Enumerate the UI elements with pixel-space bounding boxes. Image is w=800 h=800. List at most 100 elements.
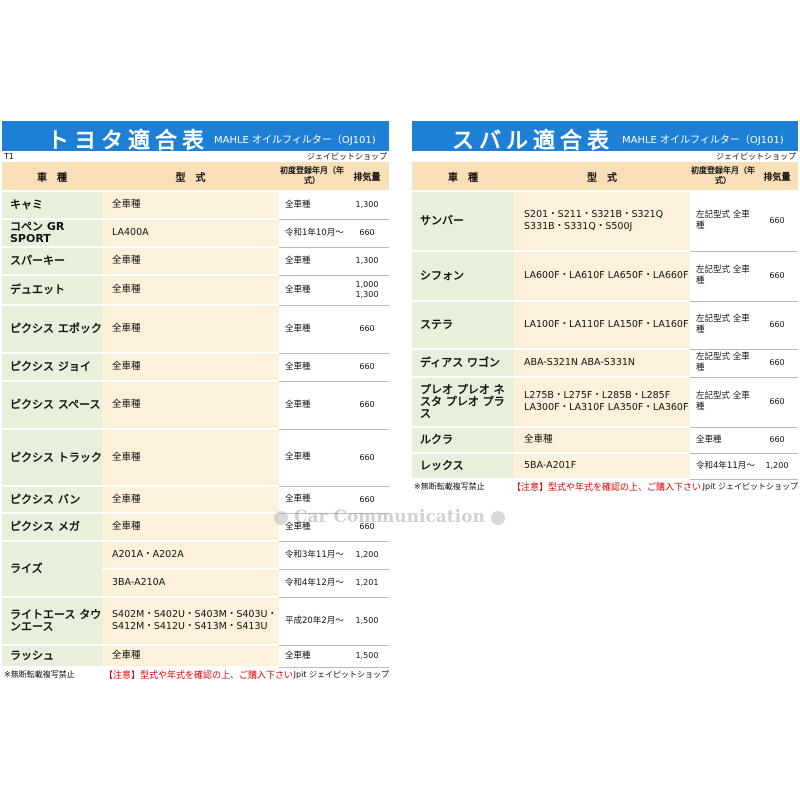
model-name: ルクラ	[412, 427, 514, 454]
table-row: ディアス ワゴン ABA-S321N ABA-S331N 左記型式 全車種 66…	[412, 349, 798, 378]
toyota-panel: トヨタ適合表 MAHLE オイルフィルター（OJ101) T1 ジェイピットショ…	[2, 121, 389, 681]
model-name: ピクシス スペース	[2, 381, 102, 430]
model-type: S402M・S402U・S403M・S403U・ S412M・S412U・S41…	[102, 597, 279, 646]
model-year: 全車種	[690, 427, 756, 454]
subaru-shop: ジェイピットショップ	[716, 152, 796, 161]
toyota-shop: ジェイピットショップ	[307, 152, 387, 161]
toyota-subtitle: MAHLE オイルフィルター（OJ101)	[214, 135, 376, 146]
model-year: 左記型式 全車種	[690, 349, 756, 378]
model-displacement: 1,201	[345, 569, 389, 598]
model-type: 全車種	[102, 645, 279, 668]
col-model-header: 車 種	[2, 162, 102, 192]
model-name: ピクシス トラック	[2, 429, 102, 487]
model-type: 全車種	[102, 381, 279, 430]
col-year-header: 初度登録年月（年式）	[690, 162, 756, 192]
model-name: スパーキー	[2, 247, 102, 276]
subaru-header: スバル適合表 MAHLE オイルフィルター（OJ101)	[412, 121, 798, 154]
table-row: スパーキー 全車種 全車種 1,300	[2, 247, 389, 276]
model-name: ステラ	[412, 301, 514, 350]
model-type: 全車種	[102, 486, 279, 514]
col-type-header: 型 式	[514, 162, 690, 192]
model-displacement: 660	[345, 353, 389, 382]
col-model-header: 車 種	[412, 162, 514, 192]
model-year: 全車種	[279, 305, 345, 354]
caution-note: 【注意】型式や年式を確認の上、ご購入下さい	[512, 482, 702, 493]
model-displacement: 660	[756, 251, 798, 302]
model-year: 令和4年11月～	[690, 453, 756, 480]
model-name: ライトエース タウンエース	[2, 597, 102, 646]
model-displacement: 660	[345, 305, 389, 354]
table-row: コペン GR SPORT LA400A 令和1年10月～ 660	[2, 219, 389, 248]
col-type-header: 型 式	[102, 162, 279, 192]
copy-notice: ※無断転載複写禁止	[414, 481, 485, 491]
model-type: 全車種	[102, 275, 279, 306]
col-disp-header: 排気量	[756, 162, 798, 192]
model-type: 3BA-A210A	[102, 569, 279, 598]
watermark: Car Communication	[268, 507, 511, 527]
watermark-dot-icon	[274, 510, 288, 525]
model-name: ピクシス バン	[2, 486, 102, 514]
watermark-text: Car Communication	[294, 507, 485, 527]
col-year-header: 初度登録年月（年式）	[279, 162, 345, 192]
model-type: LA100F・LA110F LA150F・LA160F	[514, 301, 690, 350]
copy-notice: ※無断転載複写禁止	[4, 669, 75, 679]
model-name: ライズ	[2, 541, 102, 598]
model-year: 左記型式 全車種	[690, 377, 756, 428]
subaru-table: 車 種 型 式 初度登録年月（年式） 排気量 サンバー S201・S211・S3…	[412, 162, 798, 480]
shop-name: Jpit ジェイピットショップ	[293, 669, 389, 679]
model-year: 全車種	[279, 353, 345, 382]
toyota-header: トヨタ適合表 MAHLE オイルフィルター（OJ101)	[2, 121, 389, 154]
model-year: 全車種	[279, 429, 345, 487]
table-row: ピクシス スペース 全車種 全車種 660	[2, 381, 389, 430]
model-name: シフォン	[412, 251, 514, 302]
model-type: 全車種	[514, 427, 690, 454]
model-name: デュエット	[2, 275, 102, 306]
table-row: デュエット 全車種 全車種 1,000 1,300	[2, 275, 389, 306]
model-displacement: 660	[345, 219, 389, 248]
model-displacement: 660	[756, 427, 798, 454]
subaru-footer: ※無断転載複写禁止 【注意】型式や年式を確認の上、ご購入下さい Jpit ジェイ…	[412, 480, 798, 493]
model-displacement: 1,300	[345, 247, 389, 276]
caution-note: 【注意】型式や年式を確認の上、ご購入下さい	[104, 670, 294, 681]
table-row: ルクラ 全車種 全車種 660	[412, 427, 798, 454]
model-type: 全車種	[102, 353, 279, 382]
subaru-table-header: 車 種 型 式 初度登録年月（年式） 排気量	[412, 162, 798, 192]
model-displacement: 660	[756, 349, 798, 378]
model-year: 左記型式 全車種	[690, 301, 756, 350]
model-displacement: 660	[345, 381, 389, 430]
model-type: 全車種	[102, 247, 279, 276]
model-name: ディアス ワゴン	[412, 349, 514, 378]
model-name: プレオ プレオ ネスタ プレオ プラス	[412, 377, 514, 428]
model-type: 全車種	[102, 305, 279, 354]
shop-name: Jpit ジェイピットショップ	[702, 481, 798, 491]
model-displacement: 1,200	[756, 453, 798, 480]
table-row: ピクシス エポック 全車種 全車種 660	[2, 305, 389, 354]
model-year: 令和4年12月～	[279, 569, 345, 598]
toyota-footer: ※無断転載複写禁止 【注意】型式や年式を確認の上、ご購入下さい Jpit ジェイ…	[2, 668, 389, 681]
model-type: 5BA-A201F	[514, 453, 690, 480]
model-type: 全車種	[102, 191, 279, 220]
model-displacement: 1,000 1,300	[345, 275, 389, 306]
model-displacement: 660	[756, 377, 798, 428]
toyota-title: トヨタ適合表	[47, 129, 210, 154]
model-type: 全車種	[102, 513, 279, 542]
model-displacement: 1,200	[345, 541, 389, 570]
model-name: キャミ	[2, 191, 102, 220]
toyota-tag: T1	[4, 152, 14, 161]
model-year: 左記型式 全車種	[690, 191, 756, 252]
subaru-subtitle: MAHLE オイルフィルター（OJ101)	[622, 135, 784, 146]
model-year: 全車種	[279, 275, 345, 306]
model-displacement: 660	[756, 191, 798, 252]
toyota-table: 車 種 型 式 初度登録年月（年式） 排気量 キャミ 全車種 全車種 1,300…	[2, 162, 389, 668]
model-year: 令和1年10月～	[279, 219, 345, 248]
model-type: L275B・L275F・L285B・L285F LA300F・LA310F LA…	[514, 377, 690, 428]
model-name: ピクシス ジョイ	[2, 353, 102, 382]
model-type: 全車種	[102, 429, 279, 487]
model-name: コペン GR SPORT	[2, 219, 102, 248]
table-row: ピクシス ジョイ 全車種 全車種 660	[2, 353, 389, 382]
model-displacement: 1,500	[345, 597, 389, 646]
model-year: 平成20年2月～	[279, 597, 345, 646]
subaru-title: スバル適合表	[452, 129, 615, 154]
model-name: ラッシュ	[2, 645, 102, 668]
model-year: 左記型式 全車種	[690, 251, 756, 302]
